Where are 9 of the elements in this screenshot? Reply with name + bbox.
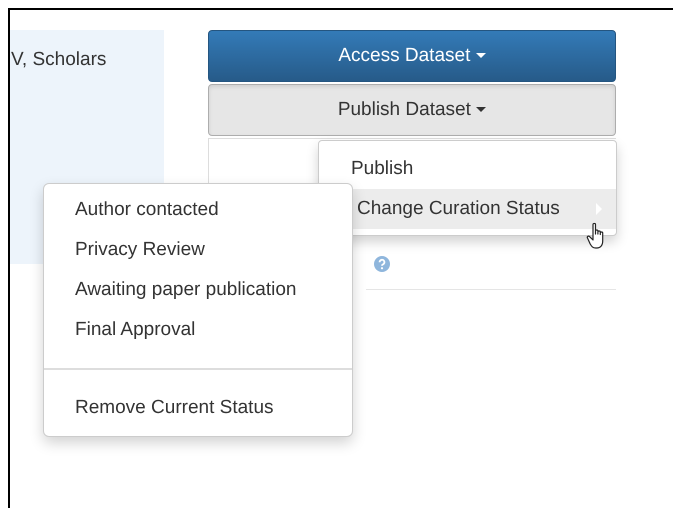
menu-item[interactable]: Privacy Review	[44, 230, 352, 270]
help-icon[interactable]	[374, 256, 390, 272]
menu-item[interactable]: Final Approval	[44, 310, 352, 350]
dropdown-button[interactable]: Access Dataset	[208, 30, 616, 82]
menu-item[interactable]: Remove Current Status	[44, 388, 352, 428]
author-text: V, Scholars	[11, 48, 108, 71]
dropdown-button[interactable]: Publish Dataset	[208, 84, 616, 136]
menu-item[interactable]: Awaiting paper publication	[44, 270, 352, 310]
menu-item[interactable]: Publish	[319, 149, 616, 189]
